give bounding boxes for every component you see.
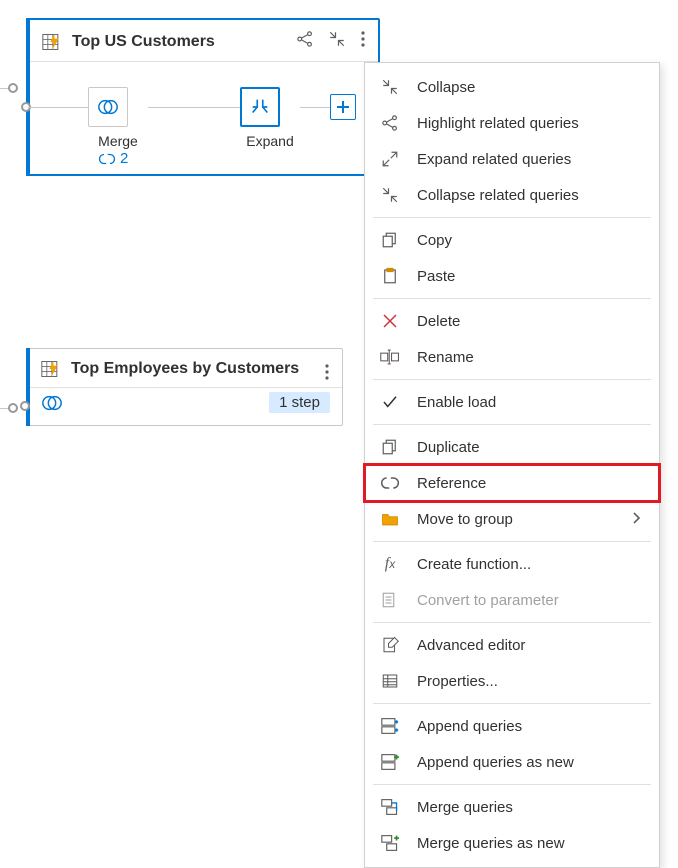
merge-queries-new-icon — [379, 832, 401, 854]
menu-label: Copy — [417, 232, 645, 249]
delete-icon — [379, 310, 401, 332]
menu-separator — [373, 541, 651, 542]
expand-icon — [379, 148, 401, 170]
card-body: Merge Expand 2 — [28, 62, 378, 172]
share-icon[interactable] — [296, 30, 314, 53]
menu-highlight-related[interactable]: Highlight related queries — [365, 105, 659, 141]
menu-collapse[interactable]: Collapse — [365, 69, 659, 105]
menu-copy[interactable]: Copy — [365, 222, 659, 258]
collapse-icon — [379, 76, 401, 98]
add-step-button[interactable] — [330, 94, 356, 120]
query-card-top-us-customers[interactable]: Top US Customers Merge — [26, 18, 380, 176]
step-merge[interactable]: Merge — [88, 87, 148, 149]
menu-label: Properties... — [417, 673, 645, 690]
collapse-icon[interactable] — [328, 30, 346, 53]
table-lightning-icon — [41, 359, 61, 379]
menu-label: Append queries as new — [417, 754, 645, 771]
copy-icon — [379, 229, 401, 251]
step-expand[interactable]: Expand — [240, 87, 300, 149]
menu-label: Append queries — [417, 718, 645, 735]
step-merge-label: Merge — [88, 133, 148, 149]
table-lightning-icon — [42, 32, 62, 52]
menu-label: Enable load — [417, 394, 645, 411]
menu-label: Duplicate — [417, 439, 645, 456]
menu-label: Highlight related queries — [417, 115, 645, 132]
menu-label: Merge queries — [417, 799, 645, 816]
menu-separator — [373, 784, 651, 785]
menu-label: Collapse — [417, 79, 645, 96]
menu-properties[interactable]: Properties... — [365, 663, 659, 699]
duplicate-icon — [379, 436, 401, 458]
parameter-icon — [379, 589, 401, 611]
menu-create-function[interactable]: fx Create function... — [365, 546, 659, 582]
menu-collapse-related[interactable]: Collapse related queries — [365, 177, 659, 213]
more-icon[interactable] — [324, 363, 330, 386]
menu-label: Advanced editor — [417, 637, 645, 654]
menu-label: Expand related queries — [417, 151, 645, 168]
menu-move-to-group[interactable]: Move to group — [365, 501, 659, 537]
folder-icon — [379, 508, 401, 530]
more-icon[interactable] — [360, 30, 366, 53]
menu-duplicate[interactable]: Duplicate — [365, 429, 659, 465]
menu-merge-queries-new[interactable]: Merge queries as new — [365, 825, 659, 861]
menu-expand-related[interactable]: Expand related queries — [365, 141, 659, 177]
merge-icon — [41, 392, 63, 419]
chevron-right-icon — [631, 511, 645, 528]
menu-label: Convert to parameter — [417, 592, 645, 609]
step-expand-label: Expand — [240, 133, 300, 149]
menu-separator — [373, 703, 651, 704]
menu-label: Reference — [417, 475, 645, 492]
paste-icon — [379, 265, 401, 287]
menu-separator — [373, 622, 651, 623]
properties-icon — [379, 670, 401, 692]
menu-separator — [373, 424, 651, 425]
menu-advanced-editor[interactable]: Advanced editor — [365, 627, 659, 663]
menu-label: Rename — [417, 349, 645, 366]
linked-queries-badge[interactable]: 2 — [98, 150, 128, 167]
menu-label: Delete — [417, 313, 645, 330]
menu-rename[interactable]: Rename — [365, 339, 659, 375]
linked-count: 2 — [120, 150, 128, 167]
share-icon — [379, 112, 401, 134]
menu-append-queries-new[interactable]: Append queries as new — [365, 744, 659, 780]
menu-separator — [373, 298, 651, 299]
card-header: Top Employees by Customers — [27, 349, 342, 388]
menu-convert-to-parameter: Convert to parameter — [365, 582, 659, 618]
menu-merge-queries[interactable]: Merge queries — [365, 789, 659, 825]
menu-separator — [373, 217, 651, 218]
menu-append-queries[interactable]: Append queries — [365, 708, 659, 744]
check-icon — [379, 391, 401, 413]
card-title: Top US Customers — [72, 33, 286, 51]
rename-icon — [379, 346, 401, 368]
menu-separator — [373, 379, 651, 380]
menu-label: Collapse related queries — [417, 187, 645, 204]
query-card-top-employees[interactable]: Top Employees by Customers 1 step — [26, 348, 343, 426]
merge-queries-icon — [379, 796, 401, 818]
reference-icon — [379, 472, 401, 494]
card-title: Top Employees by Customers — [71, 360, 330, 378]
menu-enable-load[interactable]: Enable load — [365, 384, 659, 420]
append-new-icon — [379, 751, 401, 773]
menu-label: Create function... — [417, 556, 645, 573]
card-header: Top US Customers — [28, 20, 378, 62]
menu-delete[interactable]: Delete — [365, 303, 659, 339]
menu-reference[interactable]: Reference — [365, 465, 659, 501]
fx-icon: fx — [379, 553, 401, 575]
context-menu: Collapse Highlight related queries Expan… — [364, 62, 660, 868]
menu-label: Merge queries as new — [417, 835, 645, 852]
append-icon — [379, 715, 401, 737]
editor-icon — [379, 634, 401, 656]
menu-paste[interactable]: Paste — [365, 258, 659, 294]
menu-label: Paste — [417, 268, 645, 285]
menu-label: Move to group — [417, 511, 615, 528]
step-count-badge: 1 step — [269, 392, 330, 413]
collapse-icon — [379, 184, 401, 206]
card-body: 1 step — [27, 388, 342, 420]
